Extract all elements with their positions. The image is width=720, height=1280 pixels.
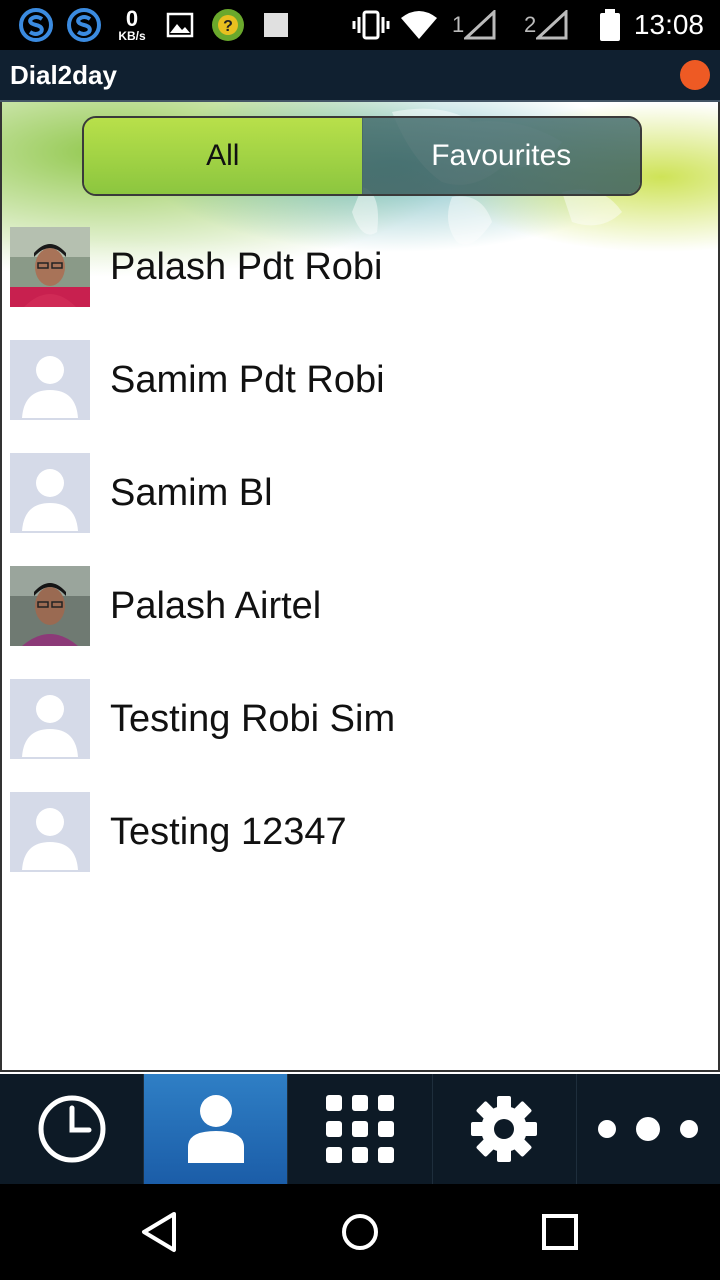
app-title: Dial2day: [10, 60, 117, 90]
contact-name: Samim Pdt Robi: [110, 359, 385, 401]
tab-favourites[interactable]: Favourites: [361, 118, 640, 194]
square-icon: [262, 0, 290, 50]
recents-icon[interactable]: [536, 1208, 584, 1256]
contacts-panel: All Favourites Palash Pdt Robi Samim Pdt…: [0, 102, 720, 1072]
dialpad-icon: [326, 1095, 394, 1163]
vibrate-icon: [352, 0, 390, 50]
battery-icon: [598, 0, 622, 50]
contact-placeholder-icon: [10, 340, 90, 420]
contact-list: Palash Pdt Robi Samim Pdt Robi Samim Bl: [2, 215, 718, 893]
clock-icon: [38, 1095, 106, 1163]
contact-row[interactable]: Palash Airtel: [2, 554, 718, 667]
contact-photo: [10, 566, 90, 646]
back-icon[interactable]: [136, 1208, 184, 1256]
contact-placeholder-icon: [10, 679, 90, 759]
contact-name: Palash Pdt Robi: [110, 246, 383, 288]
sim1-label: 1: [452, 12, 465, 37]
contact-row[interactable]: Palash Pdt Robi: [2, 215, 718, 328]
signal-icon: 1: [452, 0, 498, 50]
wifi-icon: [400, 0, 438, 50]
status-time: 13:08: [633, 9, 704, 40]
tab-all[interactable]: All: [84, 118, 362, 194]
more-icon: [598, 1117, 699, 1141]
status-bar: 0 KB/s ? 1 2 13:08: [0, 0, 720, 50]
gear-icon: [471, 1096, 538, 1162]
network-speed-unit: KB/s: [118, 29, 146, 43]
contact-placeholder-icon: [10, 792, 90, 872]
system-nav-bar: [0, 1184, 720, 1280]
contact-name: Testing 12347: [110, 811, 347, 853]
contact-row[interactable]: Samim Pdt Robi: [2, 328, 718, 441]
image-icon: [166, 0, 194, 50]
svg-text:?: ?: [223, 18, 233, 35]
contact-row[interactable]: Testing Robi Sim: [2, 667, 718, 780]
contact-placeholder-icon: [10, 453, 90, 533]
sim2-label: 2: [524, 12, 537, 37]
contact-name: Samim Bl: [110, 472, 273, 514]
signal-icon: 2: [524, 0, 570, 50]
nav-settings-button[interactable]: [431, 1074, 576, 1184]
status-dot-icon: [680, 60, 710, 90]
nav-contacts-button[interactable]: [143, 1074, 288, 1184]
nav-dialpad-button[interactable]: [287, 1074, 431, 1184]
contact-photo: [10, 227, 90, 307]
contact-name: Testing Robi Sim: [110, 698, 396, 740]
nav-more-button[interactable]: [575, 1074, 720, 1184]
nav-history-button[interactable]: [0, 1074, 143, 1184]
bottom-nav: [0, 1074, 720, 1184]
home-icon[interactable]: [336, 1208, 384, 1256]
filter-tabs: All Favourites: [82, 116, 642, 196]
contact-row[interactable]: Samim Bl: [2, 441, 718, 554]
s-app-icon: [66, 0, 102, 50]
network-speed: 0 KB/s: [112, 0, 152, 50]
contact-row[interactable]: Testing 12347: [2, 780, 718, 893]
app-notification-icon: ?: [210, 0, 246, 50]
s-app-icon: [18, 0, 54, 50]
app-bar: Dial2day: [0, 50, 720, 102]
contact-name: Palash Airtel: [110, 585, 322, 627]
network-speed-value: 0: [125, 6, 139, 31]
contacts-icon: [187, 1095, 244, 1163]
